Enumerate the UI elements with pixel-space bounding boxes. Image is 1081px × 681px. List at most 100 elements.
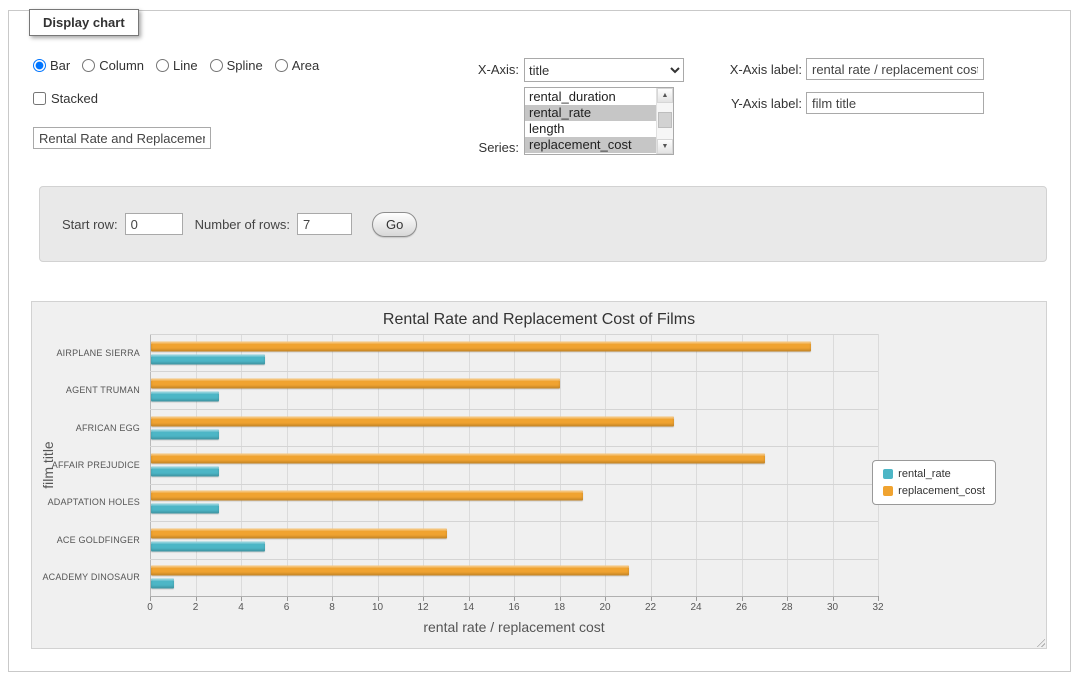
series-field-label: Series: — [439, 140, 519, 155]
chart-legend: rental_rate replacement_cost — [872, 460, 996, 505]
category-band — [150, 334, 878, 371]
chart-type-radio[interactable] — [33, 59, 46, 72]
category-label: ADAPTATION HOLES — [36, 497, 140, 507]
chart-type-radio[interactable] — [156, 59, 169, 72]
x-tick-label: 4 — [238, 602, 244, 613]
gridline — [150, 596, 878, 597]
stacked-label: Stacked — [51, 91, 98, 106]
x-axis-title: rental rate / replacement cost — [150, 619, 878, 635]
bar-rental_rate — [151, 504, 219, 514]
x-tick-label: 12 — [417, 602, 428, 613]
bar-series — [150, 334, 878, 596]
bar-rental_rate — [151, 466, 219, 476]
plot-area — [150, 334, 878, 596]
series-option-rental_duration[interactable]: rental_duration — [525, 89, 656, 105]
category-band — [150, 409, 878, 446]
number-of-rows-label: Number of rows: — [195, 217, 290, 232]
series-options: rental_durationrental_ratelengthreplacem… — [525, 88, 656, 154]
legend-label: replacement_cost — [898, 485, 985, 497]
x-tick-label: 0 — [147, 602, 153, 613]
y-axis-label-input[interactable] — [806, 92, 984, 114]
tick-mark — [878, 596, 879, 601]
x-axis-label-input[interactable] — [806, 58, 984, 80]
panel-title: Display chart — [29, 9, 139, 36]
bar-rental_rate — [151, 392, 219, 402]
series-option-replacement_cost[interactable]: replacement_cost — [525, 137, 656, 153]
x-tick-label: 6 — [284, 602, 290, 613]
chart-title-input[interactable] — [33, 127, 211, 149]
chart-type-option-line[interactable]: Line — [156, 58, 198, 73]
category-label: AIRPLANE SIERRA — [36, 348, 140, 358]
category-band — [150, 484, 878, 521]
bar-rental_rate — [151, 429, 219, 439]
x-tick-label: 28 — [781, 602, 792, 613]
x-tick-label: 32 — [872, 602, 883, 613]
bar-rental_rate — [151, 354, 265, 364]
scroll-up-icon[interactable]: ▲ — [657, 88, 673, 103]
chart-type-option-column[interactable]: Column — [82, 58, 144, 73]
y-axis-label-field-label: Y-Axis label: — [712, 96, 802, 111]
chart-type-option-spline[interactable]: Spline — [210, 58, 263, 73]
go-button[interactable]: Go — [372, 212, 417, 237]
bar-replacement_cost — [151, 528, 447, 538]
scrollbar-thumb[interactable] — [658, 112, 672, 128]
legend-swatch-icon — [883, 486, 893, 496]
chart-type-label: Spline — [227, 58, 263, 73]
x-tick-label: 2 — [193, 602, 199, 613]
x-tick-label: 30 — [827, 602, 838, 613]
category-label: ACADEMY DINOSAUR — [36, 572, 140, 582]
chart-type-radio[interactable] — [82, 59, 95, 72]
chart-title: Rental Rate and Replacement Cost of Film… — [32, 311, 1046, 329]
resize-handle-icon[interactable] — [1034, 636, 1045, 647]
chart-type-label: Area — [292, 58, 319, 73]
category-label: AFFAIR PREJUDICE — [36, 460, 140, 470]
chart-type-label: Bar — [50, 58, 70, 73]
bar-replacement_cost — [151, 379, 560, 389]
stacked-option[interactable]: Stacked — [33, 91, 98, 106]
category-label: AGENT TRUMAN — [36, 385, 140, 395]
legend-item-replacement_cost[interactable]: replacement_cost — [883, 485, 985, 497]
x-tick-label: 26 — [736, 602, 747, 613]
x-tick-label: 14 — [463, 602, 474, 613]
scrollbar-track[interactable] — [657, 103, 673, 139]
bar-replacement_cost — [151, 491, 583, 501]
scroll-down-icon[interactable]: ▼ — [657, 139, 673, 154]
bar-replacement_cost — [151, 453, 765, 463]
bar-rental_rate — [151, 579, 174, 589]
series-option-length[interactable]: length — [525, 121, 656, 137]
x-tick-label: 22 — [645, 602, 656, 613]
listbox-scrollbar[interactable]: ▲ ▼ — [656, 88, 673, 154]
category-band — [150, 446, 878, 483]
display-chart-panel: Display chart Bar Column Line Spline Area St… — [8, 10, 1071, 672]
start-row-label: Start row: — [62, 217, 118, 232]
chart-container: Rental Rate and Replacement Cost of Film… — [31, 301, 1047, 649]
category-band — [150, 371, 878, 408]
category-label: ACE GOLDFINGER — [36, 535, 140, 545]
x-tick-label: 8 — [329, 602, 335, 613]
x-axis-label-field-label: X-Axis label: — [712, 62, 802, 77]
x-tick-label: 24 — [690, 602, 701, 613]
x-axis-select[interactable]: title — [524, 58, 684, 82]
x-tick-label: 10 — [372, 602, 383, 613]
chart-type-radio[interactable] — [210, 59, 223, 72]
chart-type-label: Line — [173, 58, 198, 73]
legend-label: rental_rate — [898, 468, 951, 480]
x-axis-tick-labels: 02468101214161820222426283032 — [150, 602, 878, 616]
chart-type-option-area[interactable]: Area — [275, 58, 319, 73]
start-row-input[interactable] — [125, 213, 183, 235]
category-band — [150, 521, 878, 558]
stacked-checkbox[interactable] — [33, 92, 46, 105]
series-listbox[interactable]: rental_durationrental_ratelengthreplacem… — [524, 87, 674, 155]
chart-type-label: Column — [99, 58, 144, 73]
series-option-rental_rate[interactable]: rental_rate — [525, 105, 656, 121]
bar-rental_rate — [151, 541, 265, 551]
chart-type-option-bar[interactable]: Bar — [33, 58, 70, 73]
category-band — [150, 559, 878, 596]
bar-replacement_cost — [151, 416, 674, 426]
number-of-rows-input[interactable] — [297, 213, 352, 235]
chart-type-radio[interactable] — [275, 59, 288, 72]
x-tick-label: 20 — [599, 602, 610, 613]
category-axis-labels: AIRPLANE SIERRAAGENT TRUMANAFRICAN EGGAF… — [36, 334, 146, 596]
bar-replacement_cost — [151, 341, 811, 351]
legend-item-rental_rate[interactable]: rental_rate — [883, 468, 985, 480]
